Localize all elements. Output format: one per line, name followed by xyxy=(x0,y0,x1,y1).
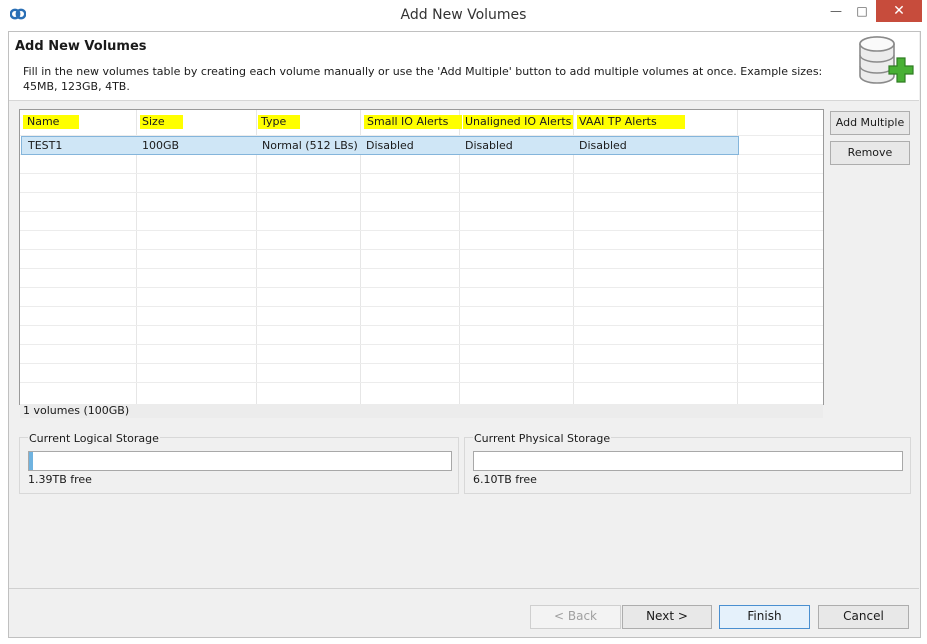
logical-storage-free: 1.39TB free xyxy=(28,473,92,486)
physical-storage-label: Current Physical Storage xyxy=(473,432,612,445)
page-title: Add New Volumes xyxy=(15,39,147,54)
column-header-size[interactable]: Size xyxy=(140,115,183,129)
cell-name[interactable]: TEST1 xyxy=(28,139,62,152)
finish-button[interactable]: Finish xyxy=(719,605,810,629)
window-titlebar: Add New Volumes — □ ✕ xyxy=(0,0,927,30)
logical-storage-group: Current Logical Storage 1.39TB free xyxy=(19,432,459,494)
cancel-button[interactable]: Cancel xyxy=(818,605,909,629)
column-header-name[interactable]: Name xyxy=(23,115,80,129)
table-header: Name Size Type Small IO Alerts Unaligned… xyxy=(20,110,823,134)
cell-unaligned-io-alerts[interactable]: Disabled xyxy=(465,139,513,152)
row-divider xyxy=(20,287,823,288)
window-title: Add New Volumes xyxy=(400,7,527,23)
row-divider xyxy=(20,268,823,269)
logical-storage-fill xyxy=(29,452,34,470)
footer-divider xyxy=(9,588,919,589)
logical-storage-bar xyxy=(28,451,452,471)
close-button[interactable]: ✕ xyxy=(876,0,922,22)
row-divider xyxy=(20,230,823,231)
logical-storage-label: Current Logical Storage xyxy=(28,432,160,445)
back-button[interactable]: < Back xyxy=(530,605,621,629)
row-divider xyxy=(20,192,823,193)
row-divider xyxy=(20,363,823,364)
page-description: Fill in the new volumes table by creatin… xyxy=(23,65,823,93)
column-header-vaai-tp-alerts[interactable]: VAAI TP Alerts xyxy=(577,115,685,129)
physical-storage-free: 6.10TB free xyxy=(473,473,537,486)
row-divider xyxy=(20,344,823,345)
row-divider xyxy=(20,382,823,383)
row-divider xyxy=(20,306,823,307)
cell-small-io-alerts[interactable]: Disabled xyxy=(366,139,414,152)
volumes-table[interactable]: Name Size Type Small IO Alerts Unaligned… xyxy=(19,109,824,405)
next-button[interactable]: Next > xyxy=(622,605,712,629)
column-header-unaligned-io-alerts[interactable]: Unaligned IO Alerts xyxy=(463,115,574,129)
table-row[interactable]: TEST1 100GB Normal (512 LBs) Disabled Di… xyxy=(21,136,739,155)
row-divider xyxy=(20,211,823,212)
maximize-button[interactable]: □ xyxy=(849,0,875,22)
cell-size[interactable]: 100GB xyxy=(142,139,179,152)
volume-count-summary: 1 volumes (100GB) xyxy=(23,404,130,417)
physical-storage-group: Current Physical Storage 6.10TB free xyxy=(464,432,911,494)
cell-type[interactable]: Normal (512 LBs) xyxy=(262,139,358,152)
database-add-icon xyxy=(859,36,914,84)
column-header-type[interactable]: Type xyxy=(258,115,301,129)
minimize-button[interactable]: — xyxy=(823,0,849,22)
column-header-small-io-alerts[interactable]: Small IO Alerts xyxy=(364,115,463,129)
remove-button[interactable]: Remove xyxy=(830,141,910,165)
table-status-bar: 1 volumes (100GB) xyxy=(20,404,823,418)
row-divider xyxy=(20,173,823,174)
physical-storage-bar xyxy=(473,451,903,471)
row-divider xyxy=(20,249,823,250)
row-divider xyxy=(20,325,823,326)
add-multiple-button[interactable]: Add Multiple xyxy=(830,111,910,135)
cell-vaai-tp-alerts[interactable]: Disabled xyxy=(579,139,627,152)
